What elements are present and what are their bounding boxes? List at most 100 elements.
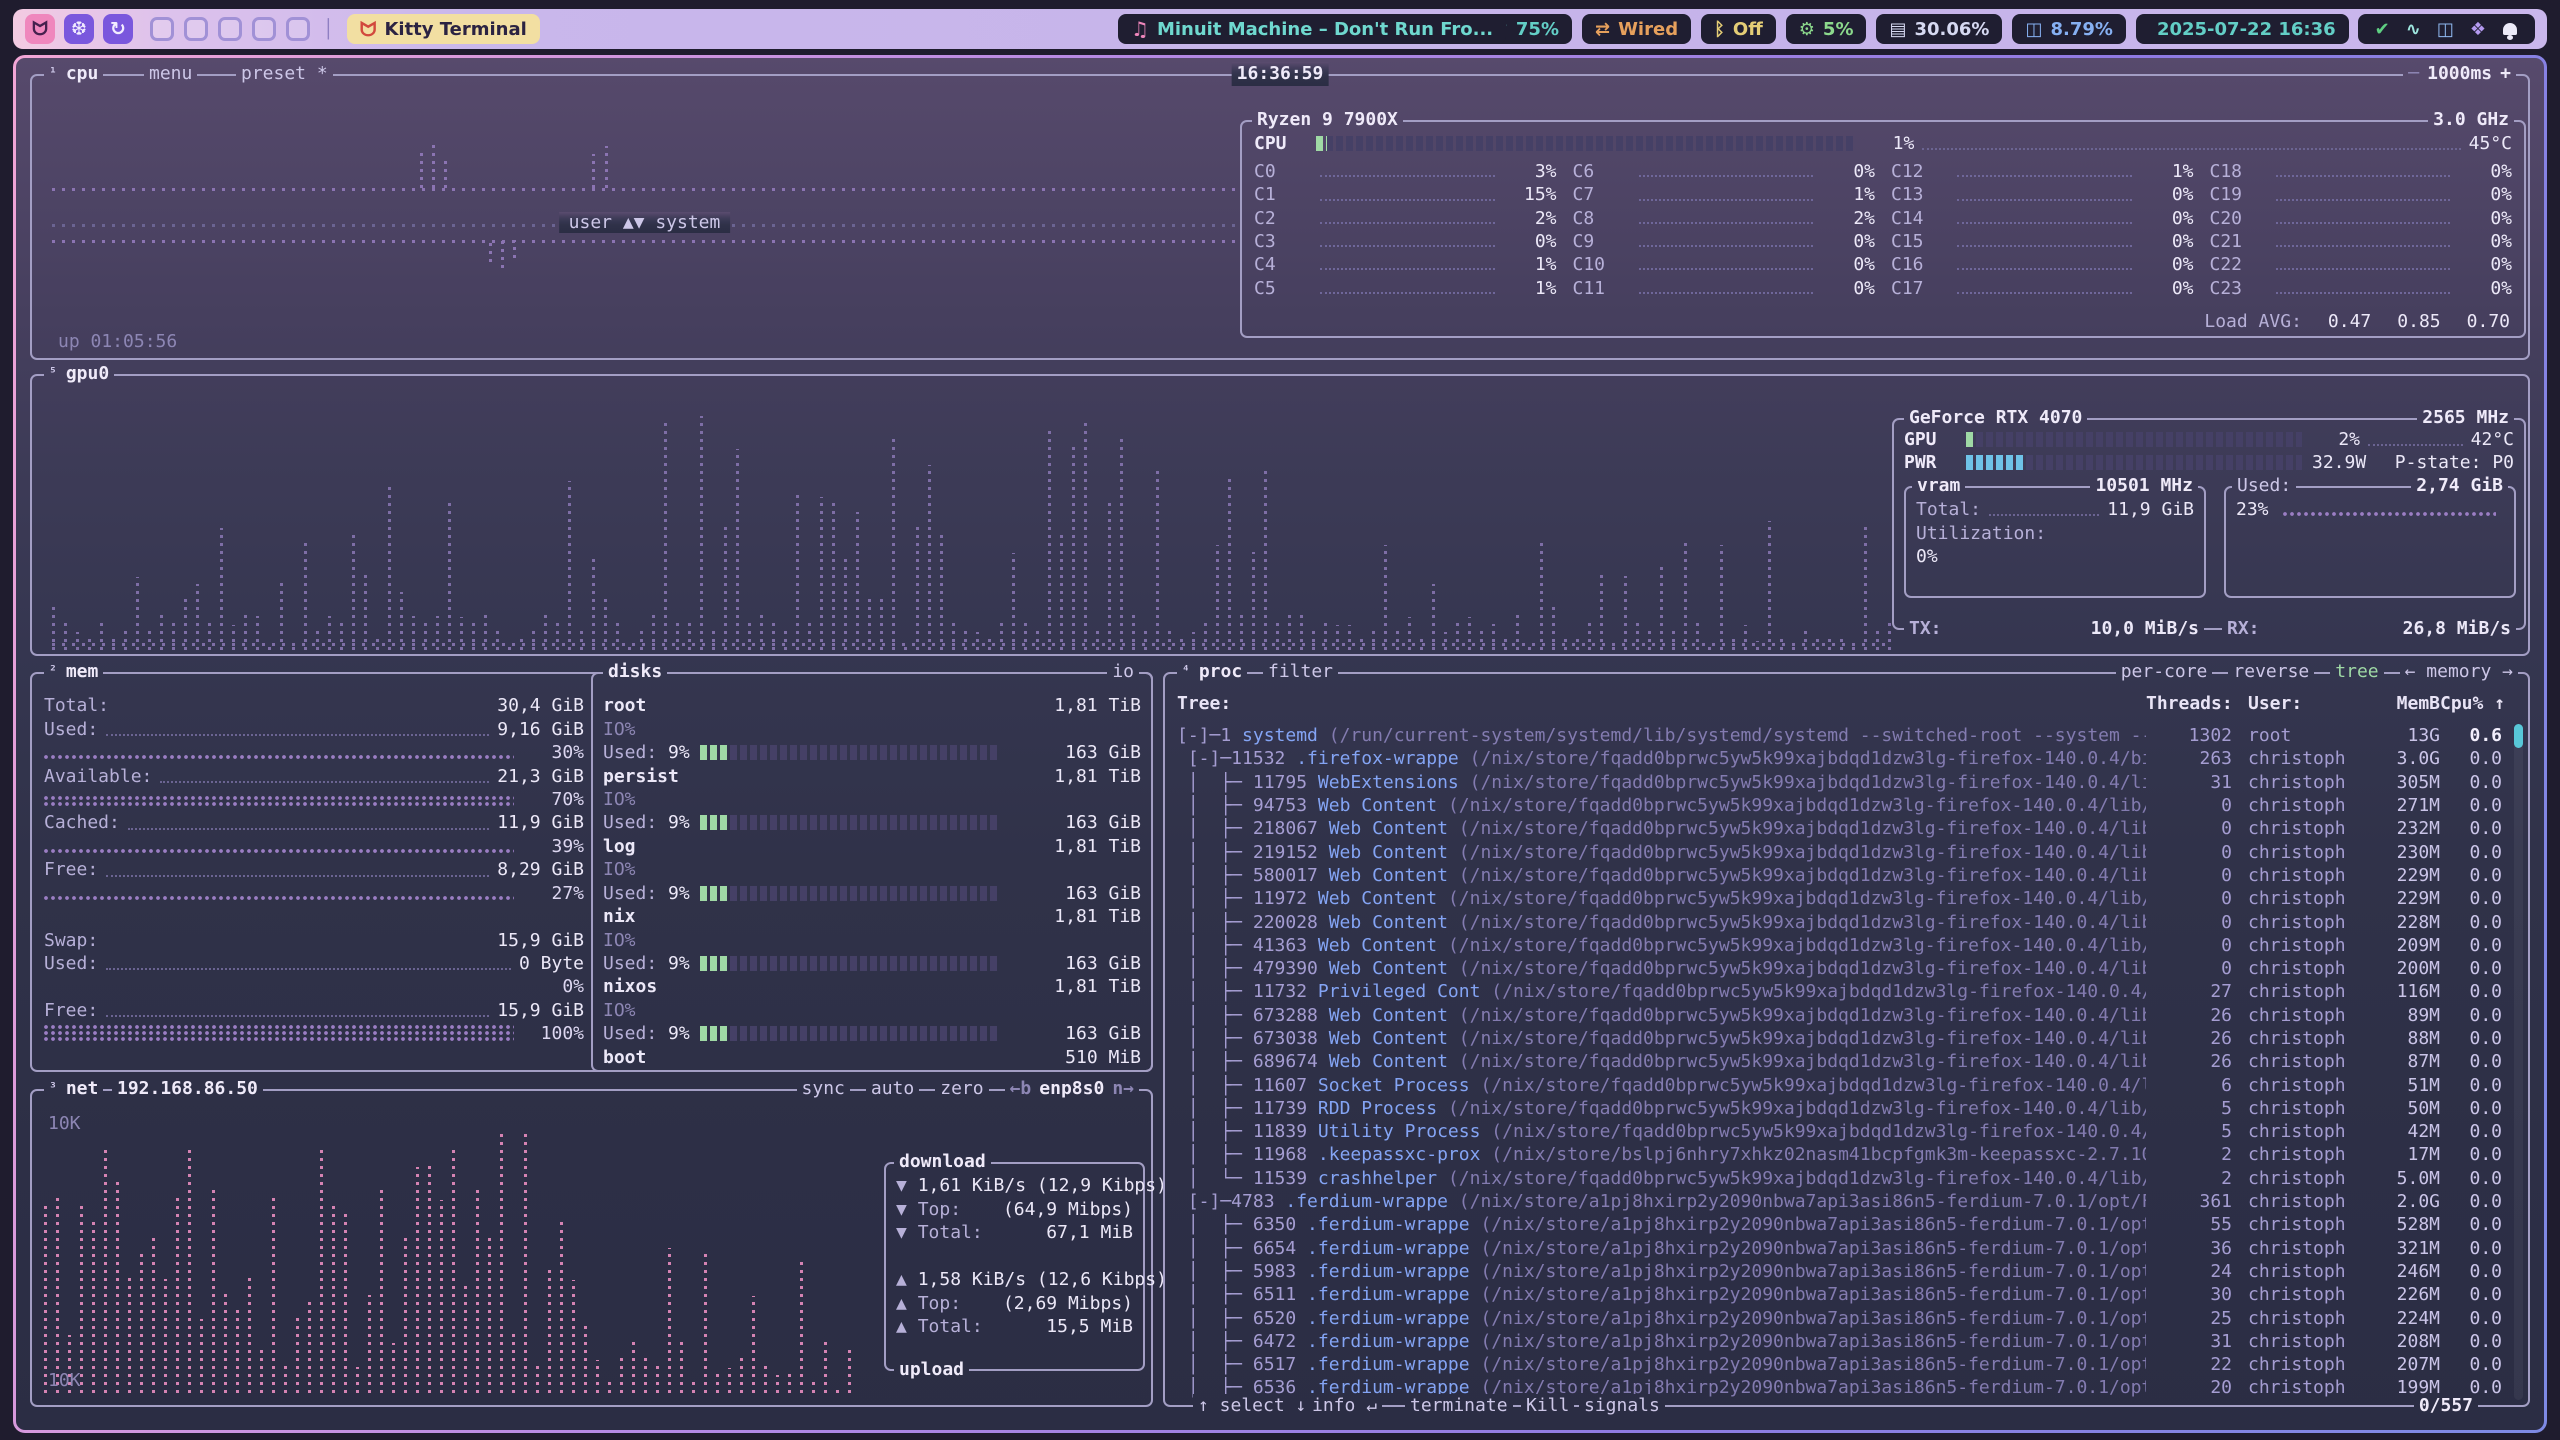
user-cell: christoph xyxy=(2232,865,2356,886)
disk-used-pct: 9% xyxy=(668,812,690,833)
music-widget[interactable]: ♫ Minuit Machine – Don't Run Fro... xyxy=(1118,14,1506,44)
process-row[interactable]: │ ├─ 11739 RDD Process (/nix/store/fqadd… xyxy=(1177,1097,2506,1120)
process-row[interactable]: [-]─1 systemd (/run/current-system/syste… xyxy=(1177,724,2506,747)
memory-widget[interactable]: ▤30.06% xyxy=(1876,14,2002,44)
proc-scrollbar-thumb[interactable] xyxy=(2514,724,2523,748)
workspace-3[interactable] xyxy=(218,17,242,41)
user-cell: christoph xyxy=(2232,772,2356,793)
threads-cell: 55 xyxy=(2146,1214,2232,1235)
process-row[interactable]: │ ├─ 218067 Web Content (/nix/store/fqad… xyxy=(1177,817,2506,840)
proc-scrollbar[interactable] xyxy=(2514,724,2523,1400)
disk-widget[interactable]: ◫8.79% xyxy=(2012,14,2125,44)
sync-button[interactable]: sync xyxy=(797,1077,850,1101)
workspace-4[interactable] xyxy=(252,17,276,41)
threads-cell: 31 xyxy=(2146,772,2232,793)
terminate-button[interactable]: terminate xyxy=(1405,1394,1513,1418)
workspace-2[interactable] xyxy=(184,17,208,41)
process-row[interactable]: │ ├─ 580017 Web Content (/nix/store/fqad… xyxy=(1177,864,2506,887)
core-pct: 0% xyxy=(2140,184,2194,205)
zero-button[interactable]: zero xyxy=(935,1077,988,1101)
core-row: C200% xyxy=(2210,207,2513,230)
interval-decrease-button[interactable]: ─ xyxy=(2408,62,2419,86)
process-row[interactable]: │ ├─ 11968 .keepassxc-prox (/nix/store/b… xyxy=(1177,1143,2506,1166)
prev-interface-button[interactable]: ←b xyxy=(1010,1077,1032,1101)
process-row[interactable]: │ ├─ 220028 Web Content (/nix/store/fqad… xyxy=(1177,910,2506,933)
process-row[interactable]: [-]─11532 .firefox-wrappe (/nix/store/fq… xyxy=(1177,747,2506,770)
clock-widget[interactable]: 2025-07-22 16:36 xyxy=(2136,14,2349,44)
workspace-1[interactable] xyxy=(150,17,174,41)
process-row[interactable]: [-]─4783 .ferdium-wrappe (/nix/store/a1p… xyxy=(1177,1190,2506,1213)
process-row[interactable]: │ ├─ 6472 .ferdium-wrappe (/nix/store/a1… xyxy=(1177,1330,2506,1353)
mem-header[interactable]: MemB xyxy=(2356,693,2440,714)
auto-button[interactable]: auto xyxy=(866,1077,919,1101)
bluetooth-widget[interactable]: ᛒOff xyxy=(1701,14,1776,44)
mem-rows: Total:30,4 GiBUsed:9,16 GiB30%Available:… xyxy=(44,694,584,1046)
window-title-button[interactable]: ᗢ Kitty Terminal xyxy=(347,14,540,44)
process-row[interactable]: │ ├─ 6511 .ferdium-wrappe (/nix/store/a1… xyxy=(1177,1283,2506,1306)
process-row[interactable]: │ ├─ 6520 .ferdium-wrappe (/nix/store/a1… xyxy=(1177,1306,2506,1329)
network-widget[interactable]: ⇄Wired xyxy=(1582,14,1691,44)
menu-button[interactable]: menu xyxy=(144,62,197,86)
core-row: C150% xyxy=(1891,230,2194,253)
tree-toggle[interactable]: tree xyxy=(2330,660,2383,684)
process-row[interactable]: │ ├─ 11839 Utility Process (/nix/store/f… xyxy=(1177,1120,2506,1143)
cat-launcher[interactable]: ᗢ xyxy=(25,14,55,44)
process-row[interactable]: │ ├─ 219152 Web Content (/nix/store/fqad… xyxy=(1177,840,2506,863)
tree-prefix: │ ├─ 689674 xyxy=(1177,1051,1329,1072)
process-info: │ ├─ 41363 Web Content (/nix/store/fqadd… xyxy=(1177,935,2146,956)
user-header[interactable]: User: xyxy=(2232,693,2356,714)
reverse-toggle[interactable]: reverse xyxy=(2228,660,2314,684)
user-cell: christoph xyxy=(2232,748,2356,769)
filter-button[interactable]: filter xyxy=(1263,660,1338,684)
interval-increase-button[interactable]: + xyxy=(2500,62,2511,86)
process-row[interactable]: │ ├─ 673288 Web Content (/nix/store/fqad… xyxy=(1177,1004,2506,1027)
process-row[interactable]: │ └─ 11539 crashhelper (/nix/store/fqadd… xyxy=(1177,1167,2506,1190)
wave-icon[interactable]: ∿ xyxy=(2402,19,2425,40)
threads-header[interactable]: Threads: xyxy=(2146,693,2232,714)
select-buttons[interactable]: ↑ select ↓ xyxy=(1193,1394,1311,1418)
process-row[interactable]: │ ├─ 94753 Web Content (/nix/store/fqadd… xyxy=(1177,794,2506,817)
sort-column-switcher[interactable]: ← memory → xyxy=(2400,660,2518,684)
disk-meter xyxy=(700,815,1000,830)
process-row[interactable]: │ ├─ 11795 WebExtensions (/nix/store/fqa… xyxy=(1177,771,2506,794)
process-row[interactable]: │ ├─ 6517 .ferdium-wrappe (/nix/store/a1… xyxy=(1177,1353,2506,1376)
status-group: ♪75%⇄WiredᛒOff⚙5%▤30.06%◫8.79%2025-07-22… xyxy=(1483,14,2348,44)
gpu-graph xyxy=(52,400,1902,650)
per-core-toggle[interactable]: per-core xyxy=(2116,660,2213,684)
io-mode-button[interactable]: io xyxy=(1107,660,1139,684)
kill-button[interactable]: Kill xyxy=(1521,1394,1574,1418)
reload-launcher[interactable]: ↻ xyxy=(103,14,133,44)
net-stat-row: ▲ 1,58 KiB/s (12,6 Kibps) xyxy=(896,1268,1133,1291)
check-icon[interactable]: ✔ xyxy=(2371,19,2394,40)
nixos-launcher[interactable]: ❆ xyxy=(64,14,94,44)
core-pct: 3% xyxy=(1503,161,1557,182)
core-graph xyxy=(1320,268,1495,270)
process-row[interactable]: │ ├─ 6350 .ferdium-wrappe (/nix/store/a1… xyxy=(1177,1213,2506,1236)
process-info: │ ├─ 5983 .ferdium-wrappe (/nix/store/a1… xyxy=(1177,1261,2146,1282)
disk-row: nix1,81 TiB xyxy=(603,905,1141,928)
diamond-icon[interactable]: ❖ xyxy=(2466,19,2490,40)
process-row[interactable]: │ ├─ 11972 Web Content (/nix/store/fqadd… xyxy=(1177,887,2506,910)
process-row[interactable]: │ ├─ 673038 Web Content (/nix/store/fqad… xyxy=(1177,1027,2506,1050)
mem-cell: 232M xyxy=(2356,818,2440,839)
info-button[interactable]: info ↵ xyxy=(1307,1394,1382,1418)
next-interface-button[interactable]: n→ xyxy=(1112,1077,1134,1101)
bell-icon[interactable] xyxy=(2503,23,2517,35)
process-row[interactable]: │ ├─ 11607 Socket Process (/nix/store/fq… xyxy=(1177,1073,2506,1096)
workspace-5[interactable] xyxy=(286,17,310,41)
process-row[interactable]: │ ├─ 41363 Web Content (/nix/store/fqadd… xyxy=(1177,934,2506,957)
window-icon[interactable]: ◫ xyxy=(2433,19,2458,40)
process-row[interactable]: │ ├─ 11732 Privileged Cont (/nix/store/f… xyxy=(1177,980,2506,1003)
vram-util-label: Utilization: xyxy=(1916,523,2046,544)
preset-button[interactable]: preset * xyxy=(236,62,333,86)
tree-header[interactable]: Tree: xyxy=(1177,693,2146,714)
process-row[interactable]: │ ├─ 5983 .ferdium-wrappe (/nix/store/a1… xyxy=(1177,1260,2506,1283)
process-row[interactable]: │ ├─ 479390 Web Content (/nix/store/fqad… xyxy=(1177,957,2506,980)
process-row[interactable]: │ ├─ 6654 .ferdium-wrappe (/nix/store/a1… xyxy=(1177,1237,2506,1260)
cpu-widget[interactable]: ⚙5% xyxy=(1786,14,1867,44)
process-name: RDD Process xyxy=(1318,1098,1448,1119)
disk-used-pct: 9% xyxy=(668,742,690,763)
cpu-header[interactable]: Cpu% ↑ xyxy=(2440,693,2506,714)
signals-button[interactable]: signals xyxy=(1579,1394,1665,1418)
process-row[interactable]: │ ├─ 689674 Web Content (/nix/store/fqad… xyxy=(1177,1050,2506,1073)
